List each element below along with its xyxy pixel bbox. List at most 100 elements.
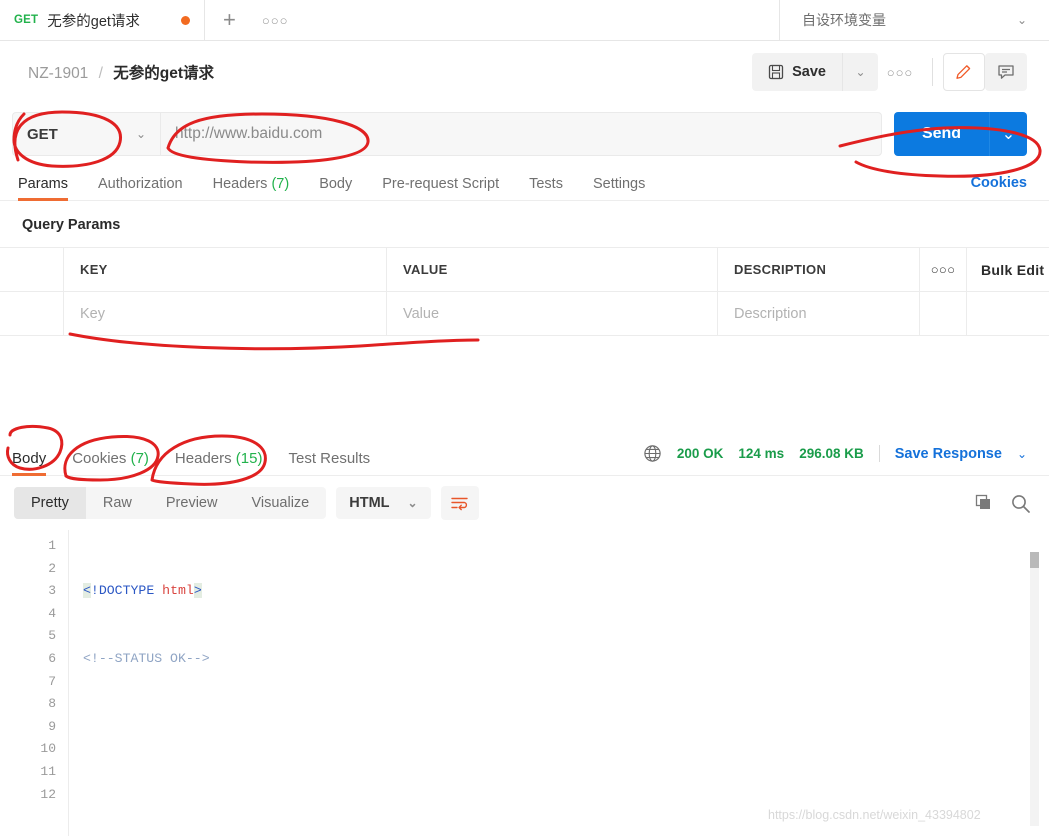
row-checkbox-cell[interactable] bbox=[0, 292, 64, 335]
tab-body[interactable]: Body bbox=[319, 176, 352, 201]
response-tabs-list: Body Cookies (7) Headers (15) Test Resul… bbox=[12, 436, 370, 476]
view-visualize[interactable]: Visualize bbox=[234, 487, 326, 519]
response-tab-cookies-count: (7) bbox=[130, 449, 149, 467]
query-params-table: KEY VALUE DESCRIPTION ○○○ Bulk Edit Key … bbox=[0, 247, 1049, 336]
environment-name-label: 自设环境变量 bbox=[802, 12, 886, 28]
environment-selector[interactable]: 自设环境变量 ⌄ bbox=[780, 0, 1049, 40]
edit-mode-button[interactable] bbox=[943, 53, 985, 91]
search-icon[interactable] bbox=[1010, 493, 1031, 514]
response-tab-test-results[interactable]: Test Results bbox=[288, 450, 370, 476]
header-checkbox-cell bbox=[0, 248, 64, 291]
save-button-label: Save bbox=[792, 64, 826, 80]
response-format-toolbar: Pretty Raw Preview Visualize HTML ⌄ bbox=[0, 476, 1049, 530]
row-more-cell bbox=[920, 292, 967, 335]
tab-title-label: 无参的get请求 bbox=[47, 13, 140, 30]
cookies-link[interactable]: Cookies bbox=[971, 175, 1027, 191]
line-number: 8 bbox=[48, 696, 56, 712]
line-number: 4 bbox=[48, 605, 56, 621]
response-tab-headers-label: Headers bbox=[174, 449, 232, 467]
response-view-segmented: Pretty Raw Preview Visualize bbox=[14, 487, 327, 519]
table-more-icon[interactable]: ○○○ bbox=[920, 248, 967, 291]
header-key: KEY bbox=[64, 248, 387, 291]
tab-body-label: Body bbox=[319, 175, 353, 192]
response-time-label: 124 ms bbox=[738, 446, 785, 461]
chevron-down-icon: ⌄ bbox=[1016, 13, 1027, 27]
postman-window: GET 无参的get请求 + ○○○ 自设环境变量 ⌄ NZ-1901 / 无参… bbox=[0, 0, 1049, 836]
request-tab-get[interactable]: GET 无参的get请求 bbox=[0, 0, 205, 40]
url-bar-row: GET ⌄ http://www.baidu.com Send ⌄ bbox=[0, 103, 1049, 165]
copy-icon[interactable] bbox=[974, 493, 994, 513]
line-number: 1 bbox=[48, 538, 56, 553]
url-input[interactable]: http://www.baidu.com bbox=[160, 112, 882, 156]
tab-settings-label: Settings bbox=[592, 175, 646, 192]
language-selector[interactable]: HTML ⌄ bbox=[336, 487, 431, 519]
view-pretty[interactable]: Pretty bbox=[14, 487, 86, 519]
tab-headers-count: (7) bbox=[271, 175, 290, 192]
tab-authorization-label: Authorization bbox=[97, 175, 183, 192]
status-divider bbox=[878, 445, 880, 462]
row-trailing-cell bbox=[967, 292, 1049, 335]
tab-authorization[interactable]: Authorization bbox=[98, 176, 183, 201]
response-tab-headers-count: (15) bbox=[235, 449, 263, 467]
tab-pre-request-script-label: Pre-request Script bbox=[382, 175, 500, 192]
comments-button[interactable] bbox=[985, 53, 1027, 91]
row-description-input[interactable]: Description bbox=[718, 292, 920, 335]
wrap-lines-icon bbox=[451, 497, 468, 511]
code-content[interactable]: <!DOCTYPE html> <!--STATUS OK--> <html> … bbox=[68, 530, 1049, 836]
tab-headers-label: Headers bbox=[212, 175, 268, 192]
line-number-gutter: 1 2 3 4 5 6 7 8 9 10 11 12 bbox=[36, 530, 68, 836]
tab-tests[interactable]: Tests bbox=[529, 176, 563, 201]
response-tab-body[interactable]: Body bbox=[12, 449, 47, 476]
line-number: 12 bbox=[40, 786, 56, 802]
watermark-text: https://blog.csdn.net/weixin_43394802 bbox=[768, 808, 981, 822]
breadcrumb-row: NZ-1901 / 无参的get请求 Save ⌄ ○○○ bbox=[0, 41, 1049, 103]
format-left-group: Pretty Raw Preview Visualize HTML ⌄ bbox=[14, 486, 479, 520]
save-options-button[interactable]: ⌄ bbox=[842, 53, 878, 91]
view-preview[interactable]: Preview bbox=[149, 487, 235, 519]
new-tab-icon[interactable]: + bbox=[223, 9, 236, 31]
request-tabs: Params Authorization Headers (7) Body Pr… bbox=[0, 165, 1049, 201]
request-actions: Save ⌄ ○○○ bbox=[752, 53, 1027, 91]
save-response-chevron-down-icon[interactable]: ⌄ bbox=[1017, 447, 1027, 461]
tab-headers[interactable]: Headers (7) bbox=[213, 176, 290, 201]
toolbar-divider bbox=[932, 58, 933, 86]
send-button[interactable]: Send bbox=[894, 112, 989, 156]
tab-pre-request-script[interactable]: Pre-request Script bbox=[382, 176, 499, 201]
response-tab-headers[interactable]: Headers (15) bbox=[175, 450, 263, 476]
code-scrollbar-thumb[interactable] bbox=[1030, 552, 1039, 568]
response-status-bar: 200 OK 124 ms 296.08 KB Save Response ⌄ bbox=[643, 444, 1027, 467]
response-size-label: 296.08 KB bbox=[799, 446, 864, 461]
view-raw[interactable]: Raw bbox=[86, 487, 149, 519]
save-response-button[interactable]: Save Response bbox=[895, 446, 1002, 462]
breadcrumb-collection[interactable]: NZ-1901 bbox=[28, 65, 88, 82]
line-number: 10 bbox=[40, 741, 56, 757]
http-method-selector[interactable]: GET ⌄ bbox=[12, 112, 160, 156]
tab-tests-label: Tests bbox=[529, 175, 563, 192]
tab-settings[interactable]: Settings bbox=[593, 176, 645, 201]
row-key-input[interactable]: Key bbox=[64, 292, 387, 335]
bulk-edit-button[interactable]: Bulk Edit bbox=[967, 248, 1049, 291]
response-tab-body-label: Body bbox=[12, 449, 47, 467]
tab-more-icon[interactable]: ○○○ bbox=[262, 13, 289, 28]
request-more-button[interactable]: ○○○ bbox=[878, 53, 922, 91]
send-options-button[interactable]: ⌄ bbox=[989, 112, 1027, 156]
code-scrollbar[interactable] bbox=[1030, 552, 1039, 826]
send-group: Send ⌄ bbox=[894, 112, 1027, 156]
row-value-input[interactable]: Value bbox=[387, 292, 718, 335]
line-number: 6 bbox=[48, 650, 56, 666]
line-number: 3 bbox=[48, 583, 56, 599]
tab-params[interactable]: Params bbox=[18, 176, 68, 201]
request-tabs-list: Params Authorization Headers (7) Body Pr… bbox=[18, 165, 645, 201]
table-header-row: KEY VALUE DESCRIPTION ○○○ Bulk Edit bbox=[0, 248, 1049, 292]
response-tab-cookies-label: Cookies bbox=[72, 449, 127, 467]
wrap-lines-button[interactable] bbox=[440, 486, 479, 520]
response-tab-cookies[interactable]: Cookies (7) bbox=[72, 450, 149, 476]
language-label: HTML bbox=[349, 495, 390, 511]
chevron-down-icon: ⌄ bbox=[855, 65, 866, 79]
header-description: DESCRIPTION bbox=[718, 248, 920, 291]
breadcrumb-separator: / bbox=[98, 65, 103, 82]
save-button[interactable]: Save bbox=[752, 53, 842, 91]
comment-icon bbox=[998, 65, 1014, 79]
code-line: <!DOCTYPE html> bbox=[83, 583, 202, 599]
